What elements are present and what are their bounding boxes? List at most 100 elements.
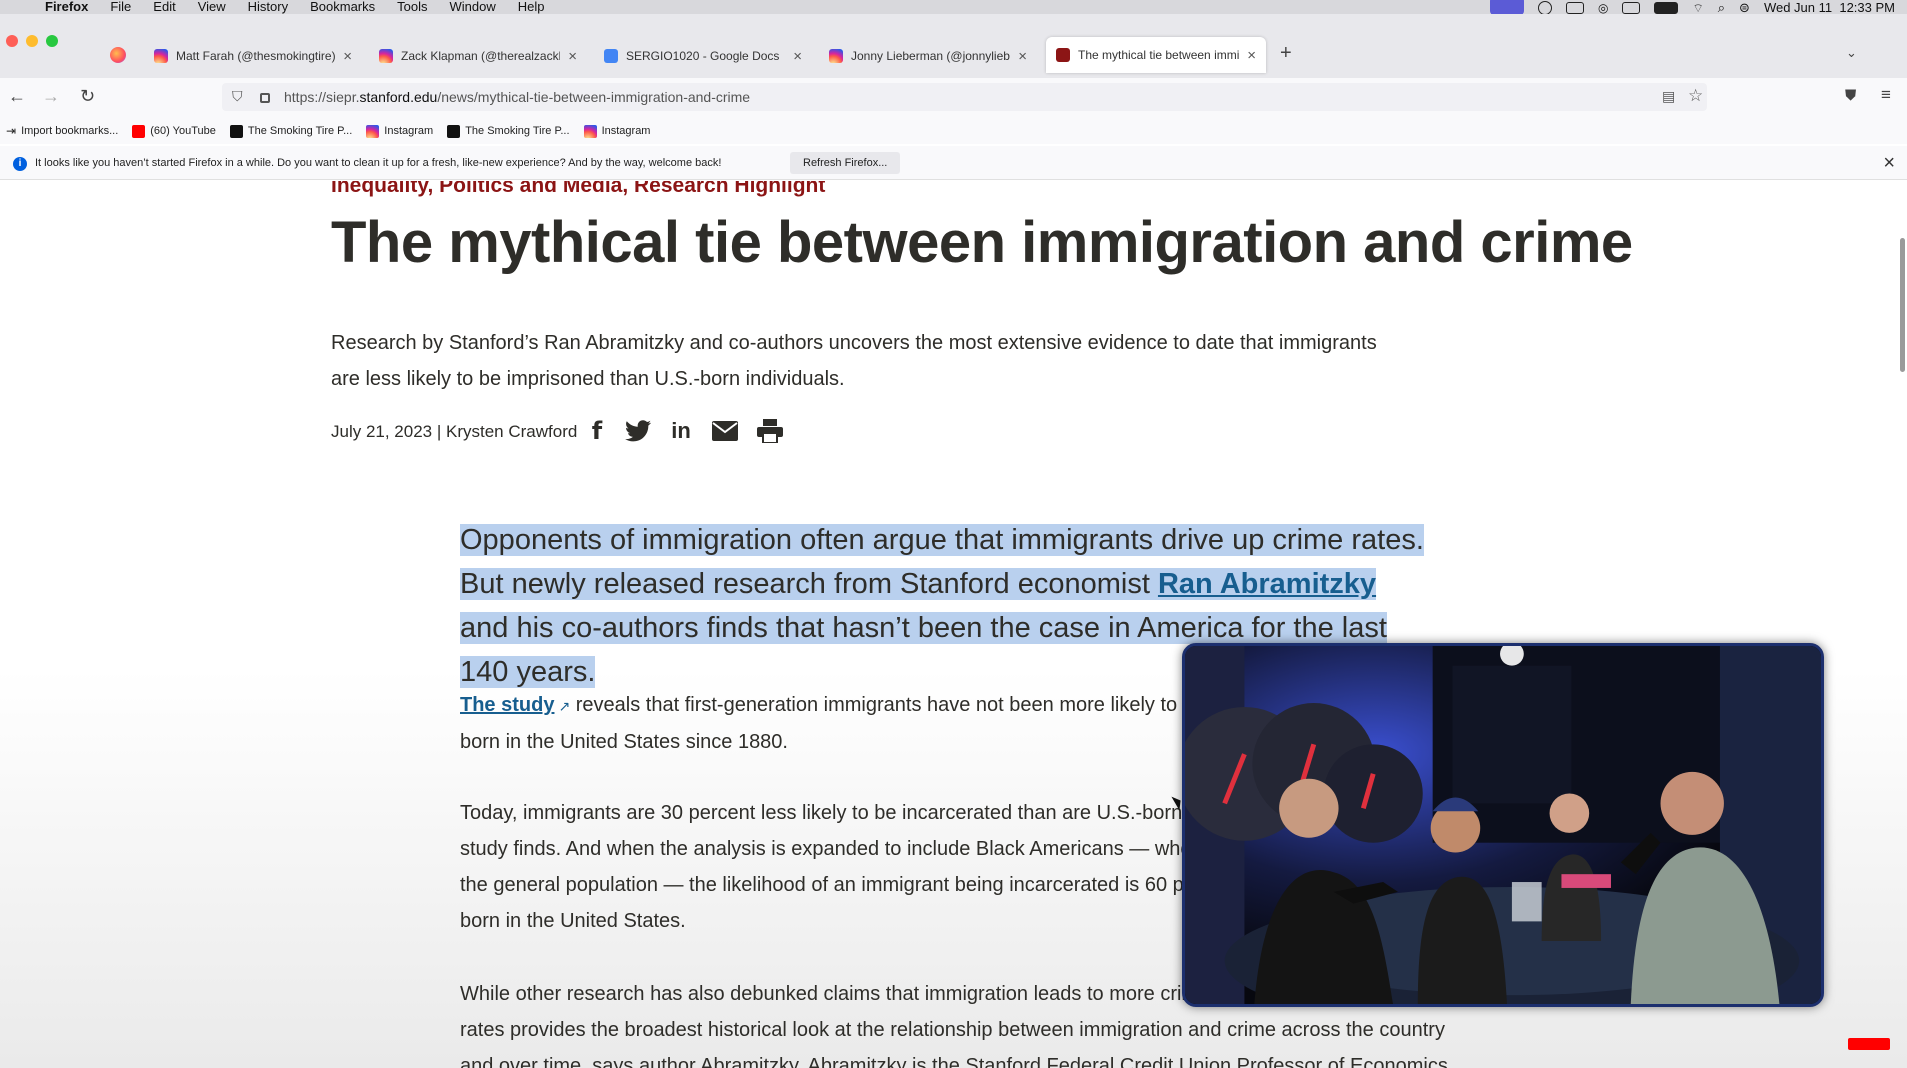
paragraph-text: rates provides the broadest historical l… bbox=[460, 1019, 1445, 1041]
scrollbar[interactable] bbox=[1900, 238, 1905, 372]
macos-menu-bar: Firefox File Edit View History Bookmarks… bbox=[0, 0, 1907, 15]
close-tab-icon[interactable]: × bbox=[343, 48, 352, 65]
app-menu: Firefox File Edit View History Bookmarks… bbox=[45, 0, 567, 14]
bookmark-smoking-tire-1[interactable]: The Smoking Tire P... bbox=[229, 124, 353, 138]
refresh-firefox-button[interactable]: Refresh Firefox... bbox=[790, 152, 901, 174]
tab-label: The mythical tie between immigration bbox=[1078, 48, 1240, 62]
tab-label: Jonny Lieberman (@jonnylieberman) bbox=[851, 49, 1010, 63]
article-kicker[interactable]: Inequality, Politics and Media, Research… bbox=[331, 181, 825, 198]
close-tab-icon[interactable]: × bbox=[793, 48, 802, 65]
instagram-icon bbox=[583, 124, 597, 138]
notification-message: It looks like you haven’t started Firefo… bbox=[35, 157, 722, 169]
bookmark-smoking-tire-2[interactable]: The Smoking Tire P... bbox=[447, 124, 570, 138]
bookmark-label: Import bookmarks... bbox=[21, 125, 119, 137]
creative-cloud-icon[interactable] bbox=[1538, 0, 1552, 15]
screen-share-icon[interactable] bbox=[1490, 0, 1524, 15]
tab-label: SERGIO1020 - Google Docs bbox=[626, 49, 780, 63]
airdrop-icon[interactable]: ◎ bbox=[1598, 1, 1608, 15]
ran-abramitzky-link[interactable]: Ran Abramitzky bbox=[1158, 568, 1376, 600]
twitter-icon[interactable] bbox=[625, 418, 651, 444]
menu-app-name[interactable]: Firefox bbox=[45, 0, 88, 14]
menu-tools[interactable]: Tools bbox=[397, 0, 427, 14]
menu-help[interactable]: Help bbox=[518, 0, 545, 14]
zoom-window-button[interactable] bbox=[46, 35, 58, 47]
bookmark-import[interactable]: ⇥ Import bookmarks... bbox=[6, 124, 118, 138]
status-area: ◎ ⌔ ⌕ ⊜ Wed Jun 11 12:33 PM bbox=[1490, 0, 1895, 15]
list-all-tabs-icon[interactable]: ⌄ bbox=[1846, 45, 1857, 61]
close-window-button[interactable] bbox=[6, 35, 18, 47]
bookmark-label: The Smoking Tire P... bbox=[465, 125, 570, 137]
instagram-icon bbox=[829, 49, 843, 63]
bookmark-youtube[interactable]: (60) YouTube bbox=[132, 124, 216, 138]
article-dek: Research by Stanford’s Ran Abramitzky an… bbox=[331, 332, 1377, 390]
tab-mythical-tie[interactable]: The mythical tie between immigration × bbox=[1046, 37, 1266, 73]
the-study-link[interactable]: The study bbox=[460, 694, 554, 716]
pocket-icon[interactable]: ⛊ bbox=[1845, 87, 1856, 104]
reader-view-icon[interactable]: ▤ bbox=[1662, 88, 1675, 105]
print-icon[interactable] bbox=[757, 418, 783, 444]
windows-icon[interactable] bbox=[1566, 1, 1584, 14]
paragraph-text: born in the United States since 1880. bbox=[460, 731, 788, 753]
bookmark-label: Instagram bbox=[601, 125, 651, 137]
youtube-icon bbox=[132, 124, 146, 138]
bookmark-label: Instagram bbox=[384, 125, 434, 137]
import-icon: ⇥ bbox=[6, 124, 17, 138]
video-overlay[interactable] bbox=[1182, 643, 1824, 1007]
bookmark-instagram-2[interactable]: Instagram bbox=[583, 124, 651, 138]
display-icon[interactable] bbox=[1622, 1, 1641, 14]
youtube-subscribe-badge[interactable] bbox=[1848, 1038, 1890, 1050]
battery-icon[interactable] bbox=[1654, 1, 1679, 14]
paragraph-text: study finds. And when the analysis is ex… bbox=[460, 838, 1202, 860]
close-notification-icon[interactable]: × bbox=[1883, 152, 1895, 175]
close-tab-icon[interactable]: × bbox=[568, 48, 577, 65]
lock-icon[interactable] bbox=[260, 93, 270, 103]
menu-file[interactable]: File bbox=[110, 0, 131, 14]
tab-jonny-lieberman[interactable]: Jonny Lieberman (@jonnylieberman) × bbox=[819, 40, 1037, 72]
notification-bar: i It looks like you haven’t started Fire… bbox=[0, 146, 1907, 180]
clock[interactable]: Wed Jun 11 12:33 PM bbox=[1764, 0, 1895, 15]
new-tab-button[interactable]: + bbox=[1280, 42, 1292, 65]
control-center-icon[interactable]: ⊜ bbox=[1739, 0, 1750, 15]
app-menu-icon[interactable]: ≡ bbox=[1881, 85, 1891, 105]
stanford-icon bbox=[1056, 48, 1070, 62]
close-tab-icon[interactable]: × bbox=[1247, 47, 1256, 64]
smoking-tire-icon bbox=[229, 124, 243, 138]
article-byline: July 21, 2023 | Krysten Crawford bbox=[331, 422, 578, 441]
close-tab-icon[interactable]: × bbox=[1018, 48, 1027, 65]
paragraph-text: reveals that first-generation immigrants… bbox=[570, 694, 1194, 716]
back-icon[interactable]: ← bbox=[8, 86, 26, 107]
tab-google-docs[interactable]: SERGIO1020 - Google Docs × bbox=[594, 40, 812, 72]
spotlight-icon[interactable]: ⌕ bbox=[1718, 0, 1725, 15]
info-icon: i bbox=[13, 157, 27, 171]
smoking-tire-icon bbox=[447, 124, 461, 138]
paragraph-text: Today, immigrants are 30 percent less li… bbox=[460, 802, 1204, 824]
forward-icon[interactable]: → bbox=[42, 86, 60, 107]
wifi-icon[interactable]: ⌔ bbox=[1692, 1, 1703, 15]
email-icon[interactable] bbox=[712, 418, 738, 444]
tab-zack-klapman[interactable]: Zack Klapman (@therealzackklapman) × bbox=[369, 40, 587, 72]
tab-matt-farah[interactable]: Matt Farah (@thesmokingtire) · × bbox=[144, 40, 362, 72]
external-link-icon: ↗ bbox=[558, 698, 571, 714]
menu-view[interactable]: View bbox=[198, 0, 226, 14]
address-bar[interactable]: ⛉ https://siepr.stanford.edu/news/mythic… bbox=[222, 83, 1707, 111]
google-docs-icon bbox=[604, 49, 618, 63]
menu-window[interactable]: Window bbox=[450, 0, 496, 14]
tracking-protection-icon[interactable]: ⛉ bbox=[232, 88, 243, 105]
menu-bookmarks[interactable]: Bookmarks bbox=[310, 0, 375, 14]
paragraph-text: born in the United States. bbox=[460, 910, 686, 932]
bookmark-label: The Smoking Tire P... bbox=[247, 125, 353, 137]
minimize-window-button[interactable] bbox=[26, 35, 38, 47]
bookmark-star-icon[interactable]: ☆ bbox=[1688, 86, 1703, 106]
bookmarks-toolbar: ⇥ Import bookmarks... (60) YouTube The Sm… bbox=[0, 118, 1907, 144]
instagram-icon bbox=[366, 124, 380, 138]
menu-edit[interactable]: Edit bbox=[153, 0, 175, 14]
reload-icon[interactable]: ↻ bbox=[80, 86, 95, 107]
bookmark-instagram-1[interactable]: Instagram bbox=[366, 124, 434, 138]
facebook-icon[interactable]: f bbox=[584, 417, 610, 445]
paragraph-text: the general population — the likelihood … bbox=[460, 874, 1195, 896]
instagram-icon bbox=[379, 49, 393, 63]
menu-history[interactable]: History bbox=[248, 0, 288, 14]
firefox-view-icon[interactable] bbox=[110, 47, 126, 63]
linkedin-icon[interactable]: in bbox=[668, 418, 694, 444]
url-text[interactable]: https://siepr.stanford.edu/news/mythical… bbox=[284, 89, 750, 105]
